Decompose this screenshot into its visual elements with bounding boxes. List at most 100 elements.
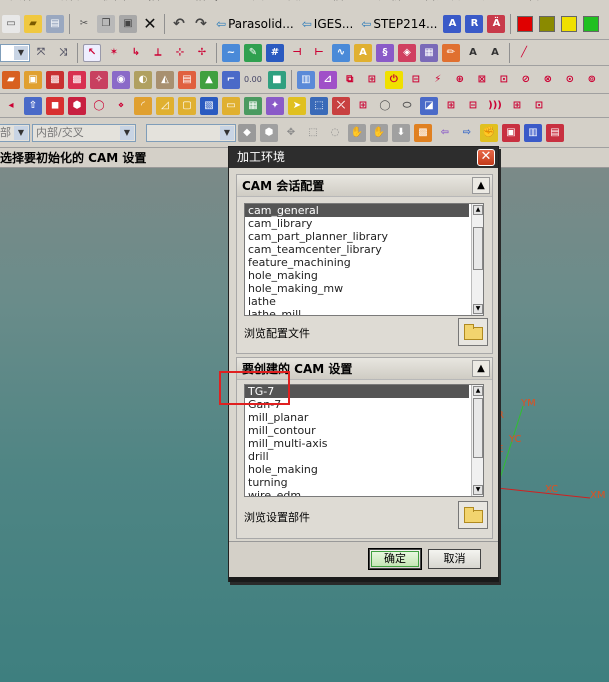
undo-icon[interactable]: ↶ xyxy=(170,14,188,33)
scroll-up-button[interactable]: ▲ xyxy=(473,205,483,215)
mesh-icon[interactable]: ▦ xyxy=(420,43,438,62)
analysis-icon[interactable]: ⧉ xyxy=(340,70,359,89)
filter-icon[interactable]: ▣ xyxy=(502,123,520,142)
analysis-icon[interactable]: ⊿ xyxy=(318,70,337,89)
forward-arrow-icon[interactable]: ⇨ xyxy=(458,123,476,142)
close-button[interactable]: ✕ xyxy=(477,149,495,166)
brush-icon[interactable]: ✏ xyxy=(442,43,460,62)
feature-icon[interactable]: ▰ xyxy=(2,70,20,89)
filter-icon[interactable]: ▤ xyxy=(546,123,564,142)
offset-icon[interactable]: ⊣ xyxy=(288,43,306,62)
feature-icon[interactable]: ◐ xyxy=(134,70,152,89)
mirror-icon[interactable]: ◂ xyxy=(2,96,20,115)
list-item[interactable]: wire_edm xyxy=(245,489,469,496)
ok-button[interactable]: 确定 xyxy=(368,548,422,570)
analysis-icon[interactable]: ⊕ xyxy=(450,70,469,89)
text-icon[interactable]: A xyxy=(354,43,372,62)
color-olive-icon[interactable] xyxy=(539,15,556,32)
open-folder-icon[interactable]: ▰ xyxy=(24,14,42,33)
sphere-icon[interactable]: ◯ xyxy=(376,96,394,115)
new-file-icon[interactable]: ▭ xyxy=(2,14,20,33)
pattern-icon[interactable]: # xyxy=(266,43,284,62)
print-icon[interactable]: ▤ xyxy=(46,14,64,33)
grid-icon[interactable]: ⊞ xyxy=(442,96,460,115)
collapse-button[interactable]: ▲ xyxy=(472,360,490,377)
scroll-thumb[interactable] xyxy=(473,227,483,270)
menu-format[interactable]: 格式 xyxy=(194,0,218,8)
menu-file[interactable]: 文件 xyxy=(10,0,34,8)
dialog-title-bar[interactable]: 加工环境 ✕ xyxy=(229,147,498,168)
menu-edit[interactable]: 编辑 xyxy=(56,0,80,8)
redo-icon[interactable]: ↷ xyxy=(192,14,210,33)
text-style-icon[interactable]: Ä xyxy=(487,14,506,33)
block-icon[interactable]: ◼ xyxy=(46,96,64,115)
cylinder-icon[interactable]: ⬢ xyxy=(68,96,86,115)
list-item[interactable]: mill_planar xyxy=(245,411,469,424)
color-red-icon[interactable] xyxy=(517,15,534,32)
list-item[interactable]: hole_making xyxy=(245,269,469,282)
filter-icon[interactable]: ◆ xyxy=(238,123,256,142)
list-item[interactable]: turning xyxy=(245,476,469,489)
menu-tools[interactable]: 工具 xyxy=(240,0,264,8)
annotation-icon[interactable]: A xyxy=(464,43,482,62)
list-item[interactable]: hole_making xyxy=(245,463,469,476)
draft-icon[interactable]: ⋄ xyxy=(112,96,130,115)
feature-icon[interactable]: ■ xyxy=(267,70,286,89)
list-item[interactable]: hole_making_mw xyxy=(245,282,469,295)
menu-window[interactable]: 窗口 xyxy=(528,0,552,8)
filter-icon[interactable]: ▩ xyxy=(414,123,432,142)
menu-information[interactable]: 信息 xyxy=(332,0,356,8)
subtract-icon[interactable]: ▭ xyxy=(222,96,240,115)
sew-icon[interactable]: ⬚ xyxy=(310,96,328,115)
vertical-scrollbar[interactable]: ▲ ▼ xyxy=(471,204,483,315)
extrude-icon[interactable]: ⇧ xyxy=(24,96,42,115)
spline-icon[interactable]: ∿ xyxy=(332,43,350,62)
scroll-down-button[interactable]: ▼ xyxy=(473,485,483,495)
surface-icon[interactable]: ◈ xyxy=(398,43,416,62)
line-icon[interactable]: ╱ xyxy=(515,43,533,62)
filter-icon[interactable]: ✋ xyxy=(348,123,366,142)
analysis-icon[interactable]: ⊙ xyxy=(560,70,579,89)
back-arrow-icon[interactable]: ⇦ xyxy=(436,123,454,142)
export-iges-button[interactable]: IGES... xyxy=(314,17,353,31)
snap-icon[interactable]: ⤧ xyxy=(32,43,50,62)
browse-setup-button[interactable] xyxy=(458,501,488,529)
menu-insert[interactable]: 插入 xyxy=(148,0,172,8)
lasso-icon[interactable]: ◌ xyxy=(326,123,344,142)
menu-analysis[interactable]: 分析 xyxy=(378,0,402,8)
browse-config-button[interactable] xyxy=(458,318,488,346)
intersect-icon[interactable]: ▦ xyxy=(244,96,262,115)
annotation-dropdown-icon[interactable]: A xyxy=(486,43,504,62)
feature-icon[interactable]: ◭ xyxy=(156,70,174,89)
list-item[interactable]: drill xyxy=(245,450,469,463)
analysis-icon[interactable]: ⊡ xyxy=(494,70,513,89)
precision-icon[interactable]: 0.00 xyxy=(244,75,262,84)
vertical-scrollbar[interactable]: ▲ ▼ xyxy=(471,385,483,496)
edge-blend-icon[interactable]: ◜ xyxy=(134,96,152,115)
export-step-button[interactable]: STEP214... xyxy=(373,17,437,31)
sketch-icon[interactable]: ✎ xyxy=(244,43,262,62)
grid-icon[interactable]: ⊡ xyxy=(530,96,548,115)
analysis-icon[interactable]: ▥ xyxy=(296,70,315,89)
color-green-icon[interactable] xyxy=(583,15,600,32)
copy-icon[interactable]: ❐ xyxy=(97,14,115,33)
list-item[interactable]: cam_teamcenter_library xyxy=(245,243,469,256)
power-icon[interactable]: ⏻ xyxy=(384,70,403,89)
hand-icon[interactable]: ✊ xyxy=(480,123,498,142)
analysis-icon[interactable]: ⊗ xyxy=(538,70,557,89)
filter-icon[interactable]: ✋ xyxy=(370,123,388,142)
text-r-icon[interactable]: R xyxy=(465,14,484,33)
list-item[interactable]: lathe_mill xyxy=(245,308,469,315)
plane-icon[interactable]: ⟂ xyxy=(149,43,167,62)
list-item[interactable]: lathe xyxy=(245,295,469,308)
tube-icon[interactable]: ⬭ xyxy=(398,96,416,115)
export-parasolid-button[interactable]: Parasolid... xyxy=(228,17,294,31)
feature-icon[interactable]: ◉ xyxy=(112,70,130,89)
paste-icon[interactable]: ▣ xyxy=(119,14,137,33)
scroll-up-button[interactable]: ▲ xyxy=(473,386,483,396)
feature-icon[interactable]: ▣ xyxy=(24,70,42,89)
box-icon[interactable]: ◪ xyxy=(420,96,438,115)
list-item[interactable]: mill_contour xyxy=(245,424,469,437)
shell-icon[interactable]: ▢ xyxy=(178,96,196,115)
chamfer-icon[interactable]: ◿ xyxy=(156,96,174,115)
